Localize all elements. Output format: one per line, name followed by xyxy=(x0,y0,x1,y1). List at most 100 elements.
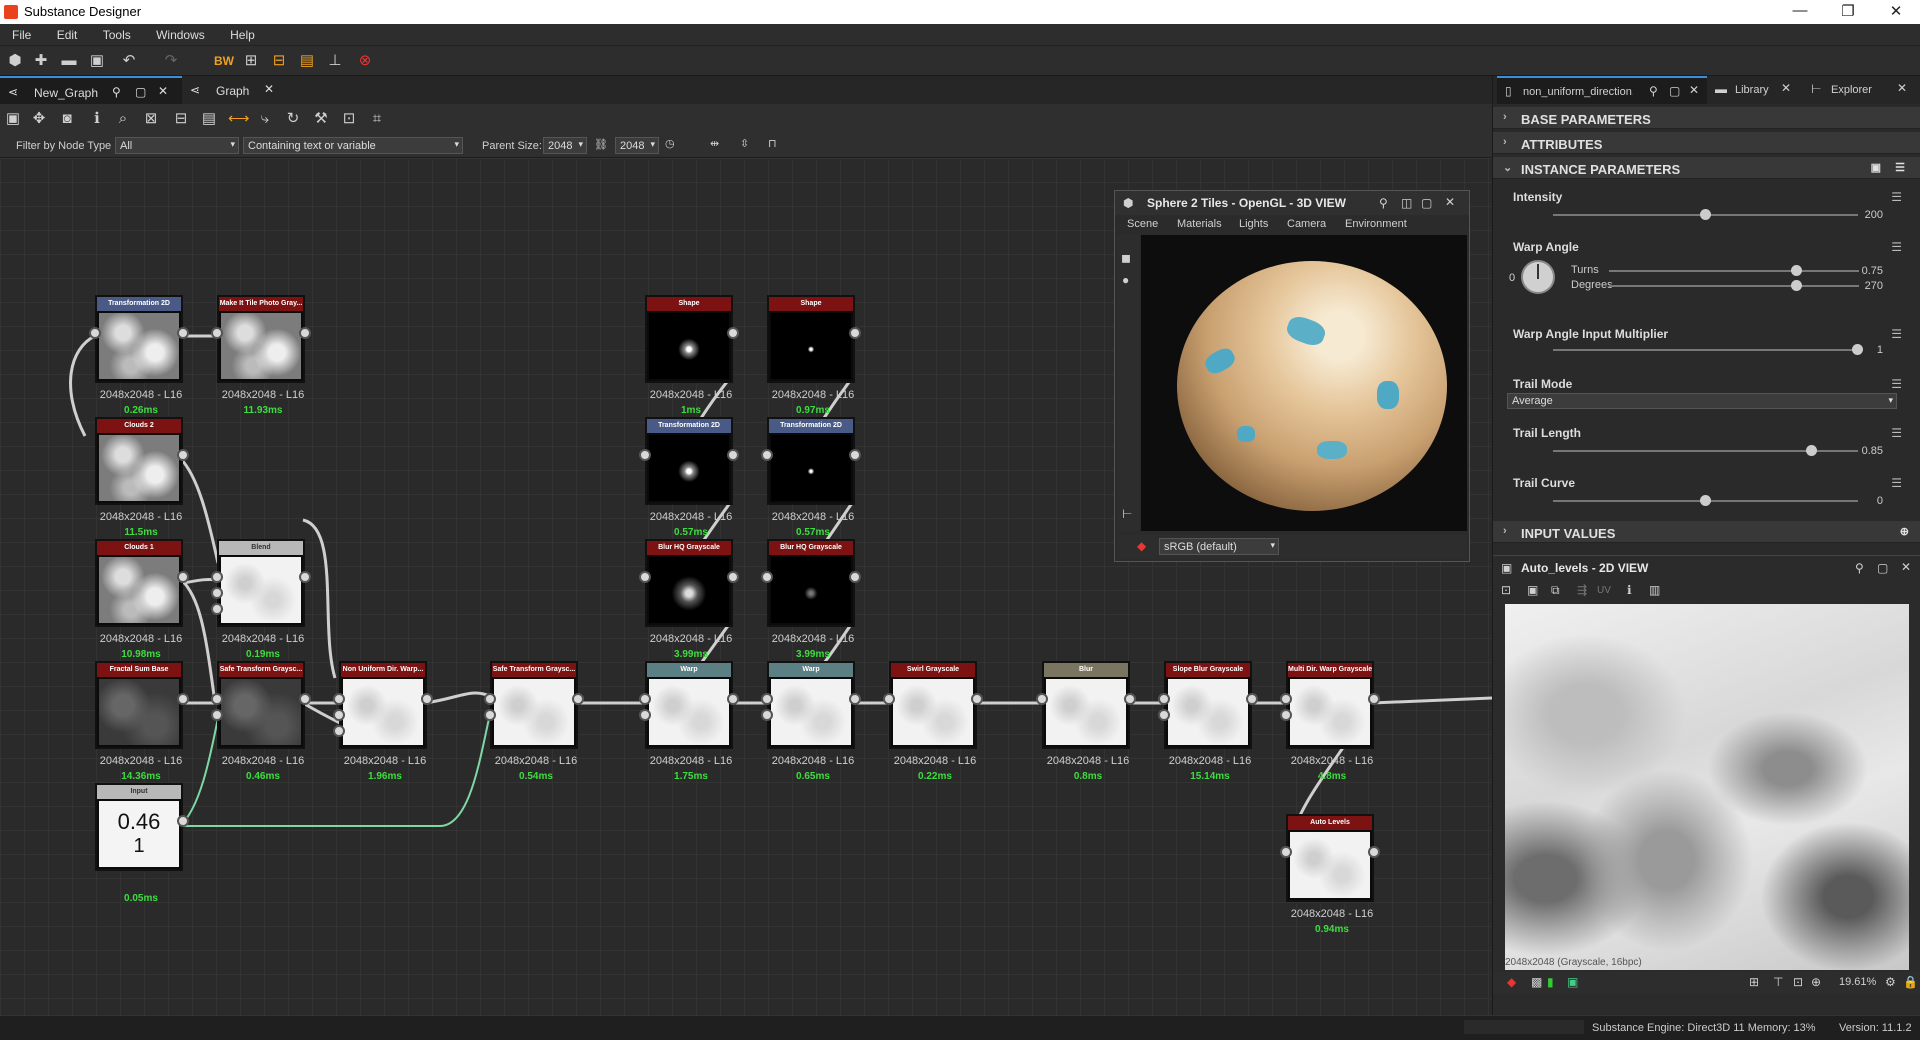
zoom-value[interactable]: 19.61% xyxy=(1839,976,1876,988)
input-port[interactable] xyxy=(1280,693,1292,705)
graph-node[interactable]: Blur HQ Grayscale 2048x2048 - L16 3.99ms xyxy=(761,539,861,660)
input-port[interactable] xyxy=(761,709,773,721)
pin-icon[interactable]: ⚲ xyxy=(1649,84,1658,98)
trail-mode-dropdown[interactable]: Average ▾ xyxy=(1507,393,1897,409)
graph-node[interactable]: Auto Levels 2048x2048 - L16 0.94ms xyxy=(1280,814,1380,935)
parent-height-dropdown[interactable]: 2048 ▾ xyxy=(615,137,659,154)
param-menu-icon[interactable]: ☰ xyxy=(1891,426,1902,440)
close-tab-icon[interactable]: ✕ xyxy=(1689,83,1699,97)
viewer-3d-viewport[interactable] xyxy=(1141,235,1467,531)
param-menu-icon[interactable]: ☰ xyxy=(1891,190,1902,204)
output-port[interactable] xyxy=(849,571,861,583)
input-port[interactable] xyxy=(484,693,496,705)
param-menu-icon[interactable]: ☰ xyxy=(1891,476,1902,490)
output-port[interactable] xyxy=(1124,693,1136,705)
graph-node[interactable]: Transformation 2D 2048x2048 - L16 0.26ms xyxy=(89,295,189,416)
menu-help[interactable]: Help xyxy=(218,24,265,42)
tiling-icon[interactable]: ⇶ xyxy=(1577,583,1587,597)
input-port[interactable] xyxy=(333,725,345,737)
bw-icon[interactable]: BW xyxy=(212,52,236,70)
slider-knob[interactable] xyxy=(1699,495,1711,506)
graph-node[interactable]: Make It Tile Photo Gray... 2048x2048 - L1… xyxy=(211,295,311,416)
text-filter-input[interactable]: Containing text or variable ▾ xyxy=(243,137,463,154)
align-icon[interactable]: ⊠ xyxy=(142,110,160,128)
section-input-values[interactable]: › INPUT VALUES ⊕ xyxy=(1493,521,1920,543)
trail-curve-slider[interactable] xyxy=(1553,495,1858,506)
graph-node[interactable]: Blend 2048x2048 - L16 0.19ms xyxy=(211,539,311,660)
hierarchy-icon[interactable]: ⊢ xyxy=(1122,507,1132,521)
colorspace-dropdown[interactable]: sRGB (default) ▾ xyxy=(1159,538,1279,555)
input-port[interactable] xyxy=(89,327,101,339)
menu-icon[interactable]: ☰ xyxy=(1895,161,1905,174)
lock-icon[interactable]: 🔒 xyxy=(1903,975,1918,989)
output-port[interactable] xyxy=(1368,693,1380,705)
close-icon[interactable]: ✕ xyxy=(1445,195,1455,209)
output-port[interactable] xyxy=(177,693,189,705)
graph-node[interactable]: Safe Transform Graysc... 2048x2048 - L16 0… xyxy=(484,661,584,782)
preset-icon[interactable]: ▣ xyxy=(1871,161,1881,174)
angle-dial[interactable] xyxy=(1521,260,1555,294)
input-port[interactable] xyxy=(1280,709,1292,721)
input-port[interactable] xyxy=(639,449,651,461)
slider-knob[interactable] xyxy=(1790,265,1802,276)
minimize-button[interactable]: — xyxy=(1780,2,1820,19)
tab-parameters[interactable]: ▯ non_uniform_direction... ⚲ ▢ ✕ xyxy=(1497,76,1707,104)
open-folder-icon[interactable]: ▬ xyxy=(60,52,78,70)
output-port[interactable] xyxy=(177,449,189,461)
graph-node[interactable]: Warp 2048x2048 - L16 1.75ms xyxy=(639,661,739,782)
input-port[interactable] xyxy=(761,571,773,583)
split-icon[interactable]: ◫ xyxy=(1401,196,1412,210)
intensity-slider[interactable] xyxy=(1553,209,1858,220)
close-tab-icon[interactable]: ✕ xyxy=(264,82,274,96)
menu-file[interactable]: File xyxy=(0,24,41,42)
alpha-icon[interactable]: ▣ xyxy=(1567,975,1578,989)
tile-mode-icon[interactable]: ⊤ xyxy=(1773,975,1783,989)
redo-icon[interactable]: ↷ xyxy=(162,52,180,70)
slider-knob[interactable] xyxy=(1699,209,1711,220)
settings-icon[interactable]: ⚙ xyxy=(1885,975,1896,989)
uv-label[interactable]: UV xyxy=(1597,585,1611,596)
graph-node[interactable]: Transformation 2D 2048x2048 - L16 0.57ms xyxy=(761,417,861,538)
output-port[interactable] xyxy=(1368,846,1380,858)
tab-graph[interactable]: ⋖ Graph ✕ xyxy=(184,76,284,104)
clipboard-icon[interactable]: ▤ xyxy=(298,52,316,70)
undo-icon[interactable]: ↶ xyxy=(120,52,138,70)
close-button[interactable]: ✕ xyxy=(1876,2,1916,20)
param-menu-icon[interactable]: ☰ xyxy=(1891,327,1902,341)
slider-knob[interactable] xyxy=(1790,280,1802,291)
menu-lights[interactable]: Lights xyxy=(1239,218,1268,230)
branch-icon[interactable]: ⤷ xyxy=(256,110,274,128)
float-icon[interactable]: ▢ xyxy=(1877,561,1888,575)
input-port[interactable] xyxy=(1036,693,1048,705)
save-icon[interactable]: ▣ xyxy=(88,52,106,70)
input-port[interactable] xyxy=(883,693,895,705)
new-graph-icon[interactable]: ✚ xyxy=(32,52,50,70)
input-port[interactable] xyxy=(211,693,223,705)
reset-icon[interactable]: ◷ xyxy=(665,137,675,150)
input-port[interactable] xyxy=(1158,693,1170,705)
output-port[interactable] xyxy=(299,571,311,583)
move-icon[interactable]: ✥ xyxy=(30,110,48,128)
link-icon[interactable]: ⟷ xyxy=(228,110,250,128)
zoom-icon[interactable]: ⊕ xyxy=(1811,975,1821,989)
frame-icon[interactable]: ▤ xyxy=(200,110,218,128)
output-port[interactable] xyxy=(727,449,739,461)
trail-length-slider[interactable] xyxy=(1553,445,1858,456)
menu-scene[interactable]: Scene xyxy=(1127,218,1158,230)
node-align-icon[interactable]: ⊞ xyxy=(242,52,260,70)
menu-windows[interactable]: Windows xyxy=(144,24,215,42)
param-menu-icon[interactable]: ☰ xyxy=(1891,240,1902,254)
snap-icon[interactable]: ⊓ xyxy=(768,137,777,150)
fit-view-icon[interactable]: ⊡ xyxy=(1793,975,1803,989)
multiplier-slider[interactable] xyxy=(1553,344,1863,355)
input-port[interactable] xyxy=(211,603,223,615)
debug-icon[interactable]: ⊗ xyxy=(356,52,374,70)
output-port[interactable] xyxy=(727,327,739,339)
output-port[interactable] xyxy=(177,327,189,339)
output-port[interactable] xyxy=(421,693,433,705)
tools-icon[interactable]: ⚒ xyxy=(312,110,330,128)
input-port[interactable] xyxy=(761,693,773,705)
node-link-icon[interactable]: ⊟ xyxy=(270,52,288,70)
slider-knob[interactable] xyxy=(1806,445,1818,456)
input-port[interactable] xyxy=(211,327,223,339)
